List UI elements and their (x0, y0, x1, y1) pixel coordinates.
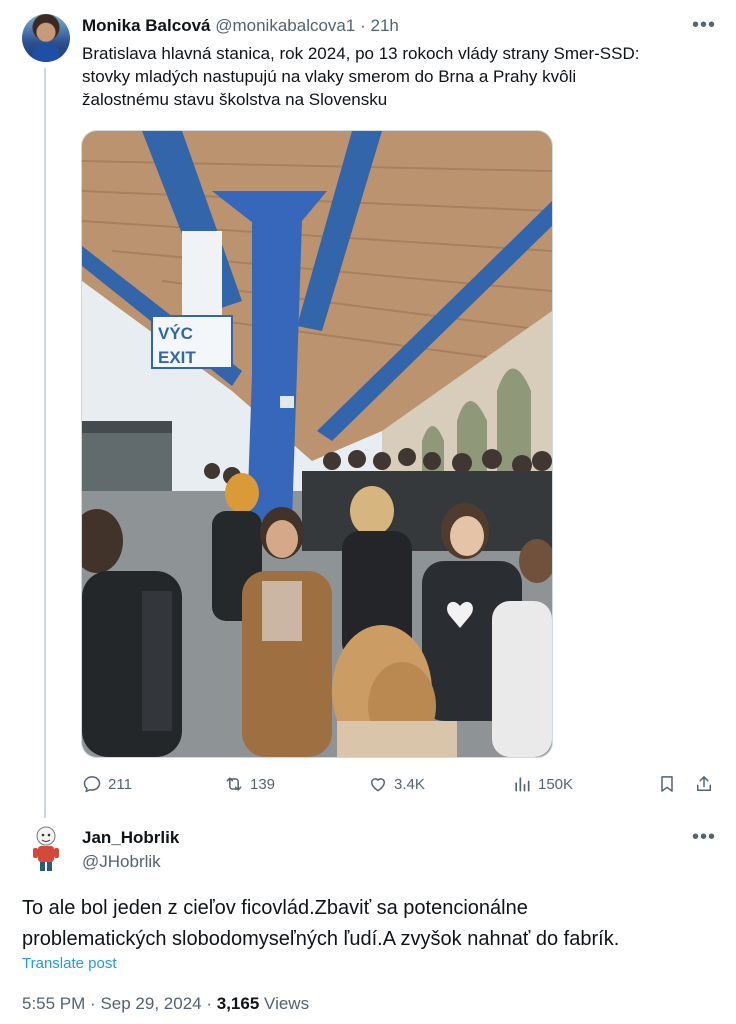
repost-count: 139 (250, 775, 276, 793)
reply-date[interactable]: Sep 29, 2024 (100, 994, 201, 1013)
more-icon[interactable]: ••• (692, 826, 716, 849)
reply-text: To ale bol jeden z cieľov ficovlád.Zbavi… (22, 893, 722, 955)
avatar[interactable] (22, 14, 70, 62)
translate-post-link[interactable]: Translate post (22, 955, 117, 972)
bookmark-button[interactable] (657, 772, 683, 796)
tweet-text: Bratislava hlavná stanica, rok 2024, po … (82, 42, 722, 111)
reply-author-handle[interactable]: @JHobrlik (82, 852, 161, 872)
reply-time[interactable]: 5:55 PM (22, 994, 85, 1013)
reply-author-name[interactable]: Jan_Hobrlik (82, 828, 179, 848)
repost-button[interactable]: 139 (224, 772, 275, 796)
author-name[interactable]: Monika Balcová (82, 16, 211, 35)
avatar[interactable] (30, 826, 62, 874)
tweet-header: Monika Balcová @monikabalcova1 · 21h (82, 16, 399, 36)
views-icon (515, 777, 530, 792)
like-count: 3.4K (394, 775, 425, 793)
avatar-figure (32, 44, 60, 62)
more-icon[interactable]: ••• (692, 14, 716, 37)
reply-views-count: 3,165 (216, 994, 260, 1013)
meta-separator: · (206, 994, 213, 1013)
author-handle[interactable]: @monikabalcova1 (215, 16, 355, 35)
share-button[interactable] (694, 772, 720, 796)
like-button[interactable]: 3.4K (368, 772, 425, 796)
reply-text-line: To ale bol jeden z cieľov ficovlád.Zbavi… (22, 897, 528, 919)
reply-button[interactable]: 211 (82, 772, 132, 796)
reply-icon (83, 776, 101, 793)
header-separator: · (360, 16, 366, 35)
meta-separator: · (90, 994, 96, 1013)
tweet-text-line: žalostnému stavu školstva na Slovensku (82, 90, 388, 109)
reply-metadata: 5:55 PM · Sep 29, 2024 · 3,165 Views (22, 994, 309, 1014)
tweet-time[interactable]: 21h (370, 16, 398, 35)
reply-count: 211 (108, 775, 132, 793)
tweet-photo[interactable]: VÝC EXIT (81, 130, 553, 758)
views-button[interactable]: 150K (512, 772, 573, 796)
like-icon (371, 778, 385, 792)
tweet-text-line: stovky mladých nastupujú na vlaky smerom… (82, 67, 577, 86)
reply-text-line: problematických slobodomyseľných ľudí.A … (22, 928, 620, 950)
reply-views-label: Views (264, 994, 310, 1013)
bookmark-icon (661, 776, 673, 792)
repost-icon (226, 777, 242, 791)
tweet-text-line: Bratislava hlavná stanica, rok 2024, po … (82, 44, 640, 63)
share-icon (697, 776, 711, 791)
thread-connector-line (44, 68, 46, 818)
views-count: 150K (538, 775, 574, 793)
avatar-figure (33, 826, 59, 871)
